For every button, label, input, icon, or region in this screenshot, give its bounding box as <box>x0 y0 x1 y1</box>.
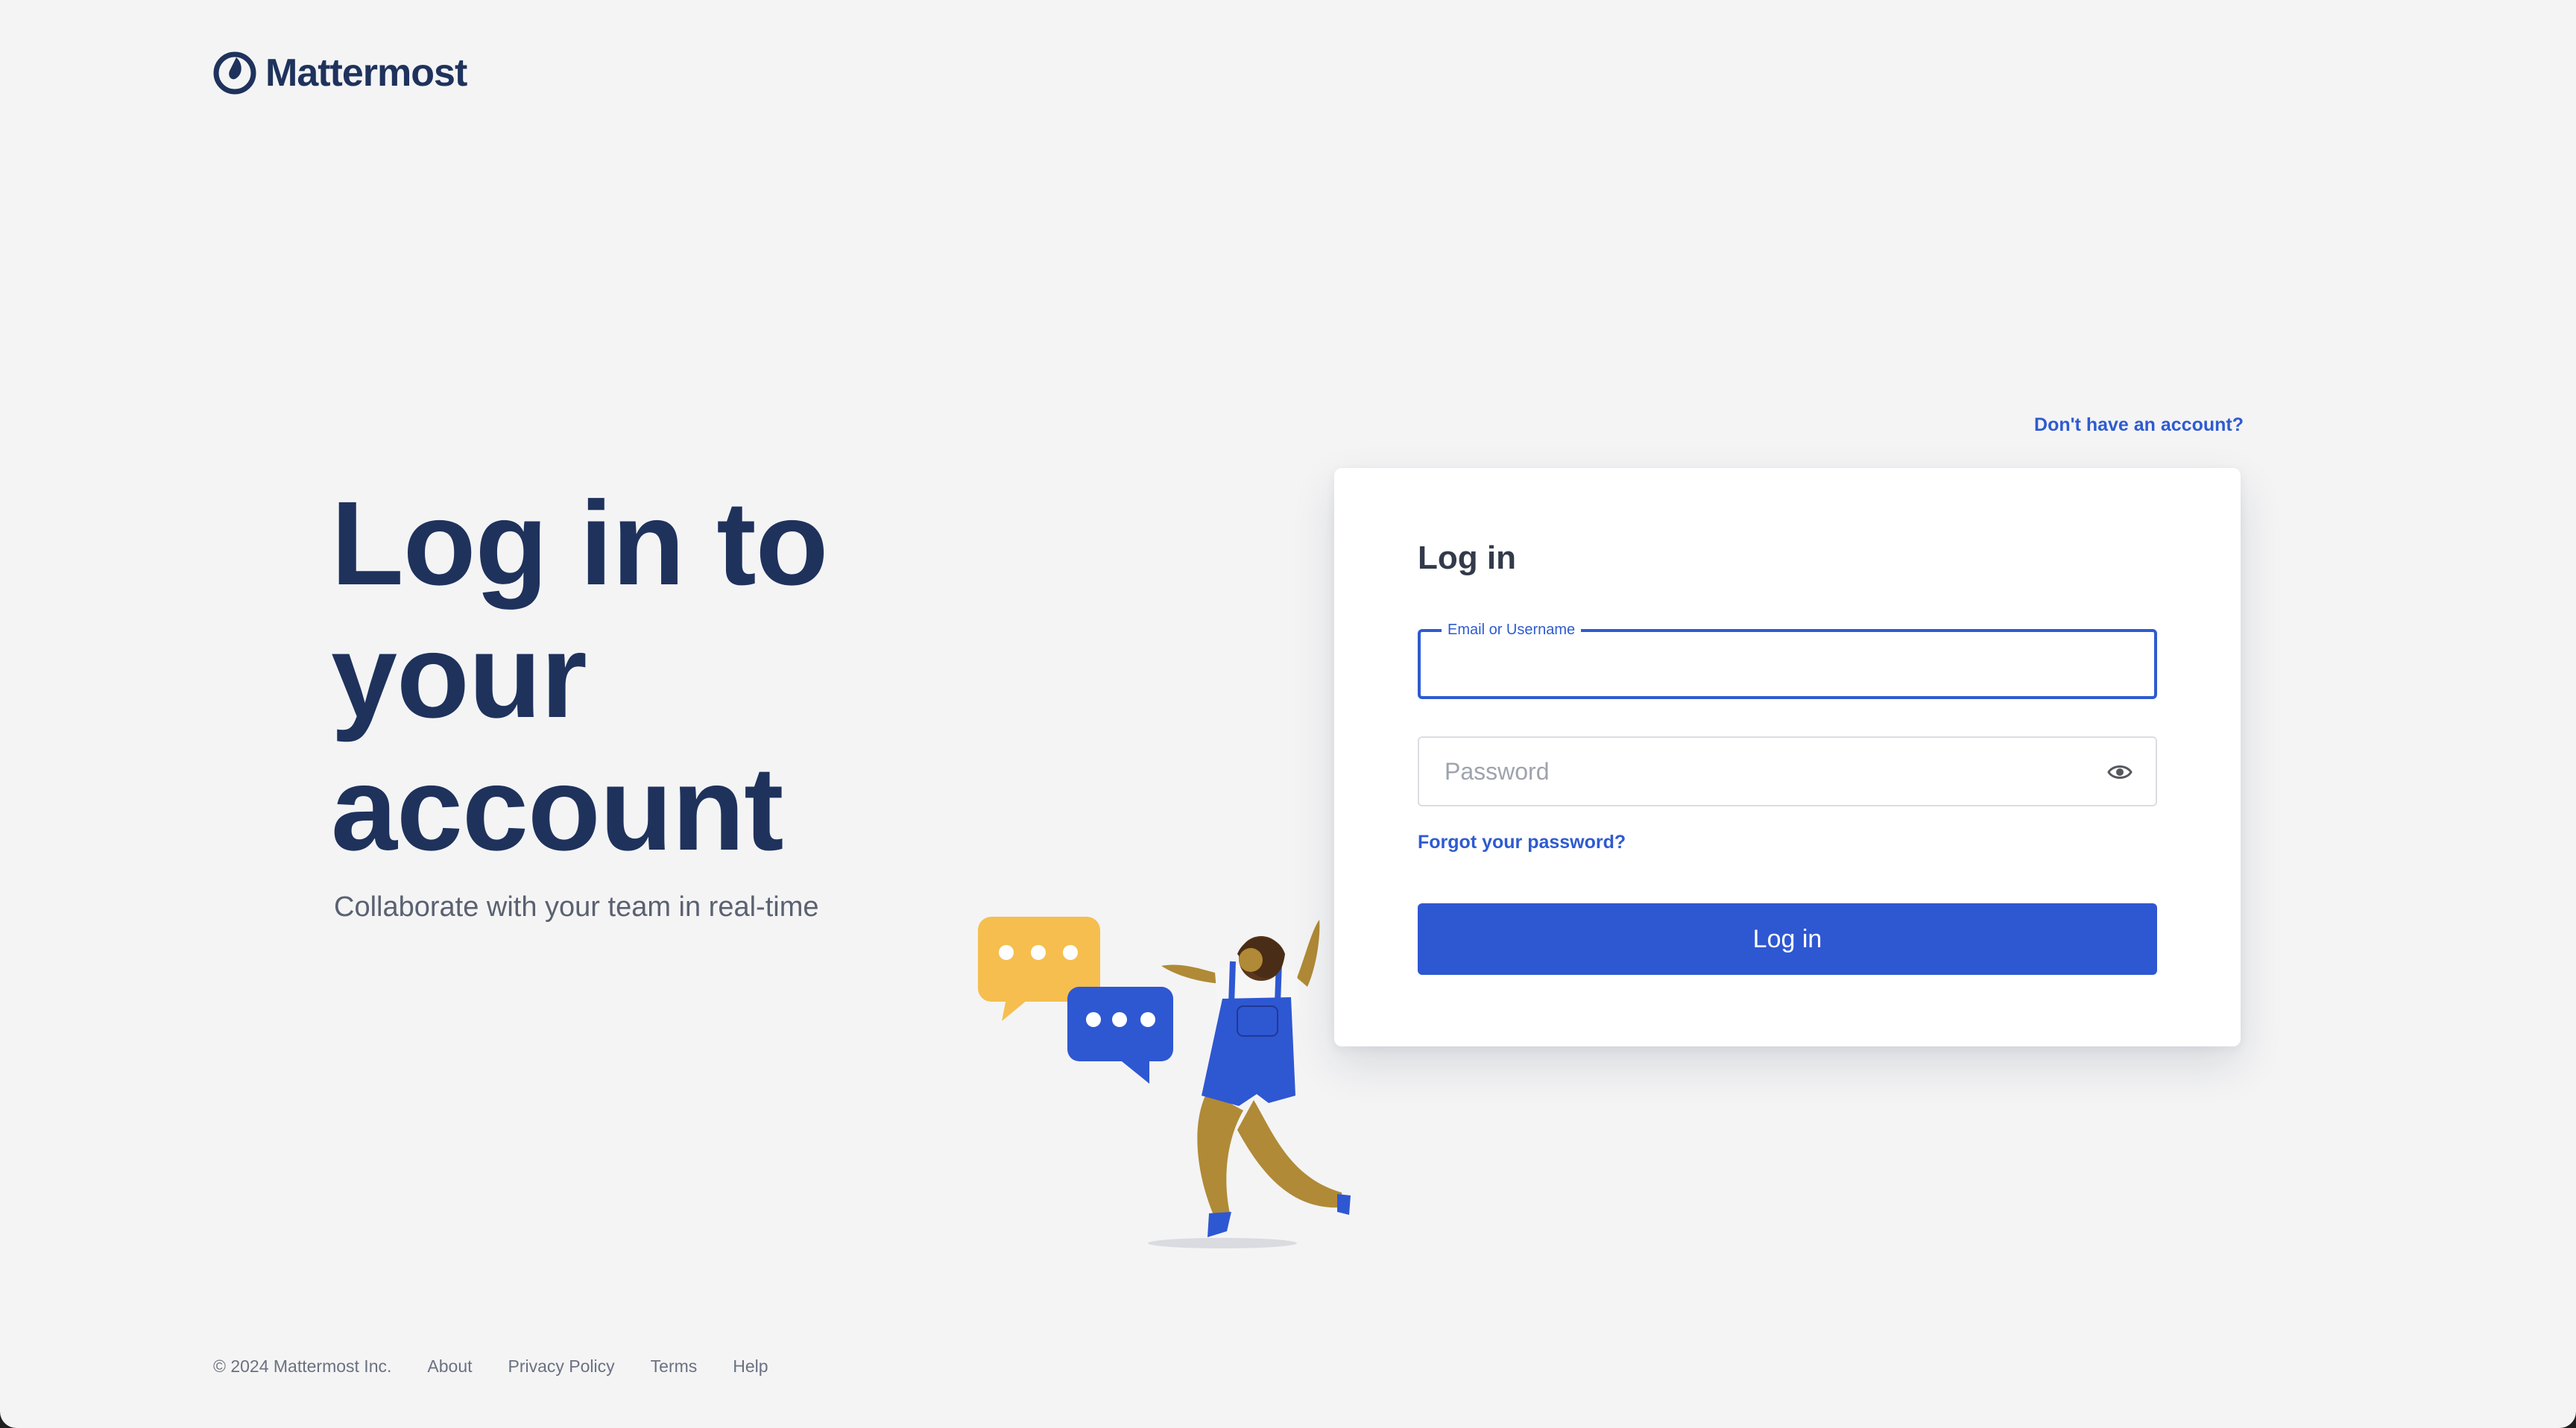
login-button[interactable]: Log in <box>1418 903 2157 975</box>
password-field <box>1418 736 2157 806</box>
page-subtitle: Collaborate with your team in real-time <box>334 891 819 923</box>
page-headline: Log in to your account <box>331 476 828 875</box>
show-password-button[interactable] <box>2106 759 2133 786</box>
login-card: Log in Email or Username Forgot your pas… <box>1334 468 2241 1046</box>
email-input[interactable] <box>1421 632 2154 696</box>
login-page: Mattermost Log in to your account Collab… <box>0 0 2576 1428</box>
forgot-password-link[interactable]: Forgot your password? <box>1418 832 1626 853</box>
logo-wordmark: Mattermost <box>265 51 467 95</box>
email-field: Email or Username <box>1418 619 2157 699</box>
footer: © 2024 Mattermost Inc. About Privacy Pol… <box>213 1356 768 1377</box>
password-input[interactable] <box>1419 738 2156 805</box>
footer-copyright: © 2024 Mattermost Inc. <box>213 1356 392 1376</box>
person-figure <box>1161 920 1351 1237</box>
footer-link-help[interactable]: Help <box>733 1356 768 1377</box>
signup-link[interactable]: Don't have an account? <box>1938 414 2244 436</box>
footer-link-terms[interactable]: Terms <box>651 1356 698 1377</box>
mattermost-logo[interactable]: Mattermost <box>213 51 467 95</box>
eye-icon <box>2107 765 2133 779</box>
mattermost-logo-icon <box>213 51 256 95</box>
login-card-title: Log in <box>1418 540 1516 576</box>
footer-link-about[interactable]: About <box>427 1356 472 1377</box>
footer-link-privacy-policy[interactable]: Privacy Policy <box>508 1356 615 1377</box>
blue-speech-bubble-icon <box>1067 987 1173 1084</box>
